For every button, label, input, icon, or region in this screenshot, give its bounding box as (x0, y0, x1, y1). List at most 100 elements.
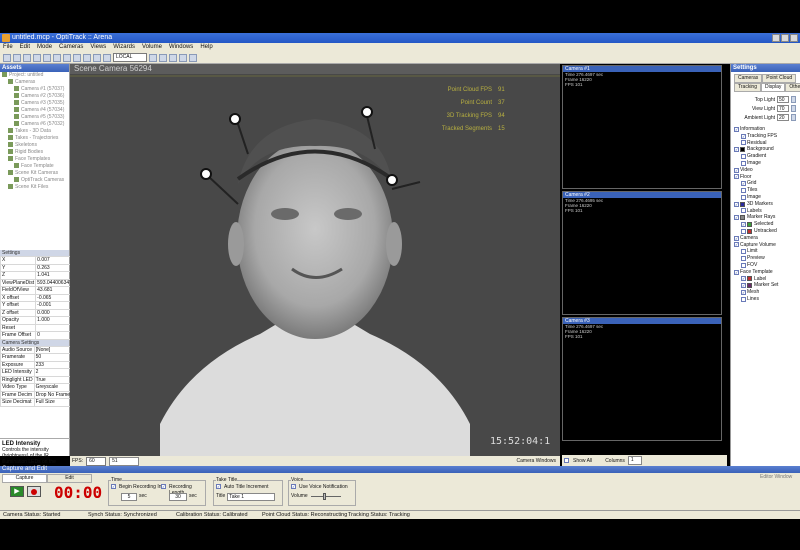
color-swatch[interactable] (747, 276, 752, 282)
marker-icon[interactable] (179, 53, 187, 62)
menu-mode[interactable]: Mode (37, 43, 52, 52)
property-row[interactable]: X 0.007 (0, 256, 74, 265)
volume-slider[interactable] (310, 492, 341, 500)
color-swatch[interactable] (747, 283, 752, 289)
option-checkbox[interactable]: ✓ (741, 276, 746, 282)
property-row[interactable]: Reset (0, 323, 74, 332)
property-value[interactable]: 1.041 (35, 271, 74, 280)
tree-item[interactable]: Scene Kit Files (2, 184, 69, 191)
display-option[interactable]: Preview (734, 255, 800, 262)
show-all-checkbox[interactable] (564, 458, 569, 463)
option-checkbox[interactable]: ✓ (734, 201, 739, 207)
tree-item[interactable]: Scene Kit Cameras (2, 170, 69, 177)
color-swatch[interactable] (747, 228, 752, 234)
property-row[interactable]: Y 0.263 (0, 263, 74, 272)
spinner-icon[interactable] (791, 105, 796, 112)
option-checkbox[interactable]: ✓ (741, 290, 746, 296)
spinner-icon[interactable] (791, 96, 796, 103)
display-option[interactable]: Untracked (734, 228, 800, 235)
display-option[interactable]: Image (734, 194, 800, 201)
tree-item[interactable]: Takes - Trajectories (2, 135, 69, 142)
tab-display[interactable]: Display (761, 83, 786, 92)
color-swatch[interactable] (740, 215, 745, 221)
property-row[interactable]: Frame Decim Drop No Frames (0, 390, 75, 399)
property-row[interactable]: ViewPlaneDist 593.044006347 (0, 278, 74, 287)
voice-notification-checkbox[interactable]: ✓ (291, 484, 296, 489)
tab-capture[interactable]: Capture (2, 474, 47, 483)
menu-cameras[interactable]: Cameras (59, 43, 83, 52)
display-option[interactable]: Image (734, 160, 800, 167)
recording-length-input[interactable]: 30 (169, 493, 187, 501)
rotate-icon[interactable] (53, 53, 61, 62)
property-value[interactable]: Drop No Frames (33, 390, 75, 399)
menu-volume[interactable]: Volume (142, 43, 162, 52)
maximize-button[interactable] (781, 34, 789, 42)
option-checkbox[interactable]: ✓ (741, 181, 746, 187)
option-checkbox[interactable] (741, 256, 746, 262)
move-icon[interactable] (43, 53, 51, 62)
orbit-icon[interactable] (93, 53, 101, 62)
property-value[interactable]: 0.000 (35, 308, 74, 317)
columns-input[interactable]: 1 (627, 456, 642, 465)
property-row[interactable]: Video Type Greyscale (0, 383, 75, 392)
display-option[interactable]: ✓ 3D Markers (734, 201, 800, 208)
property-row[interactable]: Y offset -0.001 (0, 301, 74, 310)
property-value[interactable]: [None] (33, 345, 75, 354)
option-checkbox[interactable] (741, 194, 746, 200)
display-option[interactable]: Residual (734, 140, 800, 147)
select-icon[interactable] (33, 53, 41, 62)
menu-file[interactable]: File (3, 43, 13, 52)
tree-item[interactable]: Rigid Bodies (2, 149, 69, 156)
title-input[interactable]: Take 1 (227, 493, 276, 501)
property-row[interactable]: Exposure 233 (0, 360, 75, 369)
tree-item[interactable]: Project: untitled (2, 72, 69, 79)
tree-item[interactable]: Camera #3 (57035) (2, 100, 69, 107)
open-icon[interactable] (13, 53, 21, 62)
light-input[interactable]: 50 (777, 96, 789, 103)
display-option[interactable]: FOV (734, 262, 800, 269)
option-checkbox[interactable]: ✓ (734, 167, 739, 173)
tree-item[interactable]: Camera #4 (57034) (2, 107, 69, 114)
tree-item[interactable]: Skeletons (2, 142, 69, 149)
display-option[interactable]: ✓ Information (734, 126, 800, 133)
spinner-icon[interactable] (791, 114, 796, 121)
option-checkbox[interactable] (741, 160, 746, 166)
property-row[interactable]: Frame Offset 0 (0, 331, 74, 340)
option-checkbox[interactable]: ✓ (741, 283, 746, 289)
volume-slider-thumb[interactable] (322, 492, 326, 500)
display-option[interactable]: ✓ Tracking FPS (734, 133, 800, 140)
property-row[interactable]: X offset -0.065 (0, 293, 74, 302)
display-option[interactable]: ✓ Label (734, 276, 800, 283)
coordinate-space-select[interactable]: LOCAL (113, 53, 147, 62)
display-option[interactable]: ✓ Face Template (734, 269, 800, 276)
fps-select[interactable]: 60 (86, 456, 107, 466)
option-checkbox[interactable] (741, 140, 746, 146)
display-option[interactable]: ✓ Selected (734, 221, 800, 228)
tab-cameras[interactable]: Cameras (734, 74, 763, 83)
option-checkbox[interactable] (741, 249, 746, 255)
property-value[interactable]: Greyscale (33, 383, 75, 392)
zoom-icon[interactable] (73, 53, 81, 62)
option-checkbox[interactable]: ✓ (734, 174, 739, 180)
property-value[interactable]: 2 (33, 368, 75, 377)
save-icon[interactable] (23, 53, 31, 62)
option-checkbox[interactable]: ✓ (734, 242, 739, 248)
tree-item[interactable]: Face Templates (2, 156, 69, 163)
menu-edit[interactable]: Edit (20, 43, 30, 52)
menu-windows[interactable]: Windows (169, 43, 193, 52)
link-icon[interactable] (159, 53, 167, 62)
property-value[interactable]: 593.044006347 (35, 278, 74, 287)
option-checkbox[interactable]: ✓ (741, 133, 746, 139)
begin-recording-checkbox[interactable]: ✓ (111, 484, 116, 489)
minimize-button[interactable] (772, 34, 780, 42)
property-value[interactable]: -0.065 (35, 293, 74, 302)
camera-view-2[interactable]: Camera #2 Time 276.4695 sec Frame 16220 FPS… (562, 191, 722, 315)
option-checkbox[interactable]: ✓ (734, 269, 739, 275)
option-checkbox[interactable]: ✓ (734, 215, 739, 221)
tree-item[interactable]: Face Template (2, 163, 69, 170)
property-row[interactable]: Ringlight LED True (0, 375, 75, 384)
tree-item[interactable]: OptiTrack Cameras (2, 177, 69, 184)
display-option[interactable]: ✓ Camera (734, 235, 800, 242)
camera-windows-button[interactable]: Camera Windows (517, 458, 556, 464)
frame-icon[interactable] (103, 53, 111, 62)
